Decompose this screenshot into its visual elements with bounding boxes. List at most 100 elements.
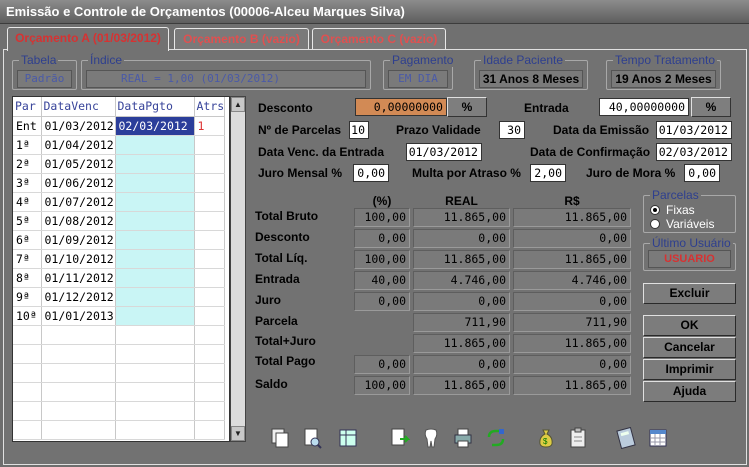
datapgto-cell[interactable] bbox=[115, 306, 195, 326]
table-row[interactable]: 2ª 01/05/2012 bbox=[13, 154, 226, 174]
table-row[interactable] bbox=[13, 325, 226, 345]
par-cell[interactable]: 6ª bbox=[13, 230, 42, 250]
par-cell[interactable]: 1ª bbox=[13, 135, 42, 155]
table-row[interactable]: Ent 01/03/2012 02/03/2012 1 bbox=[13, 116, 226, 136]
tooth-icon[interactable] bbox=[421, 427, 441, 449]
par-cell[interactable] bbox=[13, 401, 42, 421]
datapgto-cell[interactable] bbox=[115, 192, 195, 212]
datapgto-cell[interactable] bbox=[115, 325, 195, 345]
datavenc-cell[interactable]: 01/09/2012 bbox=[41, 230, 116, 250]
installments-grid[interactable]: Par DataVenc DataPgto Atrs Ent 01/03/2012… bbox=[12, 96, 230, 442]
atrs-cell[interactable] bbox=[194, 154, 226, 174]
atrs-cell[interactable] bbox=[194, 382, 226, 402]
par-cell[interactable]: 5ª bbox=[13, 211, 42, 231]
table-row[interactable]: 5ª 01/08/2012 bbox=[13, 211, 226, 231]
table-row[interactable]: 10ª 01/01/2013 bbox=[13, 306, 226, 326]
datapgto-cell[interactable] bbox=[115, 363, 195, 383]
datapgto-cell[interactable] bbox=[115, 268, 195, 288]
table-row[interactable]: 6ª 01/09/2012 bbox=[13, 230, 226, 250]
datapgto-cell[interactable] bbox=[115, 287, 195, 307]
col-datavenc[interactable]: DataVenc bbox=[41, 97, 116, 117]
datavenc-cell[interactable] bbox=[41, 325, 116, 345]
par-cell[interactable]: 8ª bbox=[13, 268, 42, 288]
datapgto-cell[interactable] bbox=[115, 420, 195, 440]
atrs-cell[interactable] bbox=[194, 211, 226, 231]
table-row[interactable] bbox=[13, 363, 226, 383]
excluir-button[interactable]: Excluir bbox=[643, 283, 736, 304]
emissao-input[interactable]: 01/03/2012 bbox=[656, 121, 732, 139]
datapgto-cell[interactable] bbox=[115, 211, 195, 231]
document-search-icon[interactable] bbox=[302, 427, 322, 449]
atrs-cell[interactable] bbox=[194, 325, 226, 345]
desconto-input[interactable]: 0,00000000 bbox=[355, 98, 447, 116]
confirmacao-input[interactable]: 02/03/2012 bbox=[656, 143, 732, 161]
par-cell[interactable]: 4ª bbox=[13, 192, 42, 212]
calculator-icon[interactable] bbox=[616, 427, 636, 449]
datapgto-cell[interactable]: 02/03/2012 bbox=[115, 116, 195, 136]
ajuda-button[interactable]: Ajuda bbox=[643, 381, 736, 402]
col-atrs[interactable]: Atrs bbox=[194, 97, 226, 117]
atrs-cell[interactable] bbox=[194, 173, 226, 193]
atrs-cell[interactable] bbox=[194, 287, 226, 307]
atrs-cell[interactable] bbox=[194, 363, 226, 383]
table-row[interactable]: 7ª 01/10/2012 bbox=[13, 249, 226, 269]
ok-button[interactable]: OK bbox=[643, 315, 736, 336]
entrada-pct-button[interactable]: % bbox=[691, 97, 731, 117]
datapgto-cell[interactable] bbox=[115, 154, 195, 174]
variaveis-label[interactable]: Variáveis bbox=[666, 217, 714, 231]
datapgto-cell[interactable] bbox=[115, 173, 195, 193]
tab-orcamento-a[interactable]: Orçamento A (01/03/2012) bbox=[7, 27, 169, 51]
datavenc-cell[interactable] bbox=[41, 420, 116, 440]
datavenc-cell[interactable]: 01/11/2012 bbox=[41, 268, 116, 288]
datapgto-cell[interactable] bbox=[115, 230, 195, 250]
datavenc-cell[interactable]: 01/06/2012 bbox=[41, 173, 116, 193]
prazo-input[interactable]: 30 bbox=[499, 121, 525, 139]
tab-orcamento-b[interactable]: Orçamento B (vazio) bbox=[174, 28, 309, 50]
atrs-cell[interactable] bbox=[194, 135, 226, 155]
imprimir-button[interactable]: Imprimir bbox=[643, 359, 736, 380]
desconto-pct-button[interactable]: % bbox=[447, 97, 487, 117]
table-row[interactable] bbox=[13, 382, 226, 402]
datapgto-cell[interactable] bbox=[115, 344, 195, 364]
print-icon[interactable] bbox=[453, 427, 473, 449]
par-cell[interactable]: 3ª bbox=[13, 173, 42, 193]
scroll-up-icon[interactable]: ▲ bbox=[231, 97, 245, 112]
table-row[interactable]: 1ª 01/04/2012 bbox=[13, 135, 226, 155]
export-doc-icon[interactable] bbox=[390, 427, 410, 449]
col-datapgto[interactable]: DataPgto bbox=[115, 97, 195, 117]
datavenc-cell[interactable] bbox=[41, 382, 116, 402]
datavenc-cell[interactable] bbox=[41, 344, 116, 364]
par-cell[interactable]: 2ª bbox=[13, 154, 42, 174]
datavenc-cell[interactable]: 01/04/2012 bbox=[41, 135, 116, 155]
entrada-input[interactable]: 40,00000000 bbox=[599, 98, 689, 116]
table-row[interactable] bbox=[13, 344, 226, 364]
cancelar-button[interactable]: Cancelar bbox=[643, 337, 736, 358]
table-row[interactable]: 9ª 01/12/2012 bbox=[13, 287, 226, 307]
atrs-cell[interactable]: 1 bbox=[194, 116, 226, 136]
tab-orcamento-c[interactable]: Orçamento C (vazio) bbox=[312, 28, 446, 50]
spreadsheet-icon[interactable] bbox=[338, 427, 358, 449]
par-cell[interactable]: 9ª bbox=[13, 287, 42, 307]
col-par[interactable]: Par bbox=[13, 97, 42, 117]
atrs-cell[interactable] bbox=[194, 249, 226, 269]
atrs-cell[interactable] bbox=[194, 230, 226, 250]
atrs-cell[interactable] bbox=[194, 192, 226, 212]
scroll-down-icon[interactable]: ▼ bbox=[231, 426, 245, 441]
clipboard-icon[interactable] bbox=[568, 427, 588, 449]
datavenc-cell[interactable]: 01/01/2013 bbox=[41, 306, 116, 326]
table-row[interactable] bbox=[13, 420, 226, 440]
par-cell[interactable] bbox=[13, 420, 42, 440]
money-bag-icon[interactable]: $ bbox=[536, 427, 556, 449]
datapgto-cell[interactable] bbox=[115, 249, 195, 269]
fixas-label[interactable]: Fixas bbox=[666, 203, 695, 217]
datapgto-cell[interactable] bbox=[115, 401, 195, 421]
atrs-cell[interactable] bbox=[194, 401, 226, 421]
par-cell[interactable]: 7ª bbox=[13, 249, 42, 269]
par-cell[interactable] bbox=[13, 382, 42, 402]
table-row[interactable]: 3ª 01/06/2012 bbox=[13, 173, 226, 193]
table-row[interactable]: 4ª 01/07/2012 bbox=[13, 192, 226, 212]
datavenc-cell[interactable] bbox=[41, 401, 116, 421]
par-cell[interactable]: Ent bbox=[13, 116, 42, 136]
copy-icon[interactable] bbox=[270, 427, 290, 449]
atrs-cell[interactable] bbox=[194, 306, 226, 326]
